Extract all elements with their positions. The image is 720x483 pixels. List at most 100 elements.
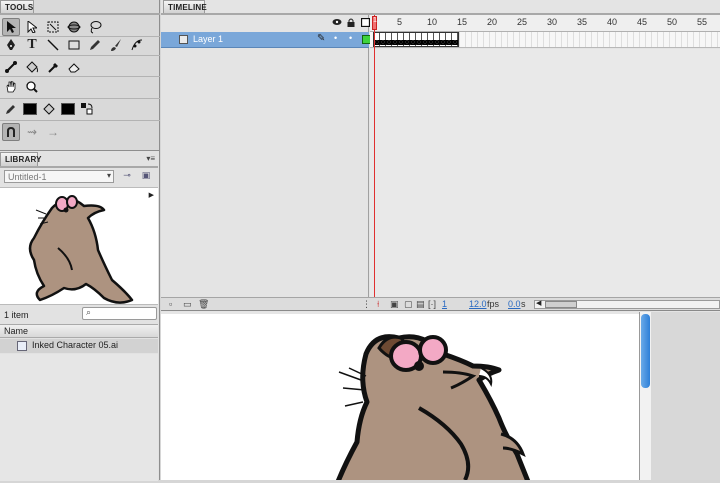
library-document-select[interactable]: Untitled-1 ▾ xyxy=(4,170,114,183)
playhead-line xyxy=(374,15,375,299)
library-item-name: Inked Character 05.ai xyxy=(32,340,119,350)
brush-icon[interactable] xyxy=(107,36,125,54)
tools-tab[interactable]: TOOLS xyxy=(0,0,34,14)
edit-multiple-frames-icon[interactable]: ▤ xyxy=(416,299,425,310)
tools-row-2: T xyxy=(2,34,146,56)
ruler-label: 15 xyxy=(457,17,468,27)
frames-area[interactable] xyxy=(370,49,720,297)
stroke-color-icon[interactable] xyxy=(2,100,20,118)
frame-ruler[interactable]: 5 10 15 20 25 30 35 40 45 50 55 xyxy=(370,15,720,32)
chevron-left-icon[interactable]: ◀ xyxy=(536,299,541,307)
fill-color-icon[interactable] xyxy=(40,100,58,118)
outline-icon[interactable] xyxy=(360,17,371,29)
library-item-count: 1 item xyxy=(4,310,29,320)
chevron-down-icon: ▾ xyxy=(106,171,111,180)
ruler-label: 10 xyxy=(427,17,438,27)
library-header-bar xyxy=(0,166,158,168)
library-search-input[interactable]: ⌕ xyxy=(82,307,157,320)
deco-icon[interactable] xyxy=(128,36,146,54)
new-layer-icon[interactable]: ▫ xyxy=(169,299,172,309)
layer-row[interactable]: Layer 1 ✎ • • xyxy=(161,32,371,48)
modify-markers-icon[interactable]: [·] xyxy=(428,299,436,309)
frames-row[interactable] xyxy=(370,32,720,48)
snap-icon[interactable] xyxy=(2,123,20,141)
line-icon[interactable] xyxy=(44,36,62,54)
timeline-tab[interactable]: TIMELINE xyxy=(163,0,207,14)
library-panel: LIBRARY ▾≡ Untitled-1 ▾ ⊸ ▣ ▶ 1 item ⌕ N… xyxy=(0,150,160,481)
scrollbar-thumb[interactable] xyxy=(545,301,577,308)
keyframes-span[interactable] xyxy=(373,32,459,47)
tools-row-5 xyxy=(2,98,96,120)
fps-unit: fps xyxy=(487,299,500,309)
library-preview: ▶ xyxy=(0,187,158,305)
ruler-label: 5 xyxy=(397,17,403,27)
onion-skin-icon[interactable]: ▣ xyxy=(390,299,399,310)
rectangle-icon[interactable] xyxy=(65,36,83,54)
character-artwork[interactable] xyxy=(161,314,639,483)
hand-icon[interactable] xyxy=(2,78,20,96)
pen-icon[interactable] xyxy=(2,36,20,54)
stroke-color-swatch[interactable] xyxy=(23,103,37,115)
lock-dot-icon[interactable]: • xyxy=(349,33,352,43)
fill-color-swatch[interactable] xyxy=(61,103,75,115)
timeline-panel: TIMELINE 5 10 15 20 25 30 35 40 45 50 55… xyxy=(161,0,720,312)
layer-icon xyxy=(179,35,188,44)
new-folder-icon[interactable]: ▭ xyxy=(183,299,192,310)
onion-skin-outlines-icon[interactable]: ▢ xyxy=(404,299,413,310)
paint-bucket-icon[interactable] xyxy=(23,58,41,76)
timeline-horizontal-scrollbar[interactable]: ◀ xyxy=(534,300,720,309)
graphic-symbol-icon xyxy=(17,341,27,351)
layer-name: Layer 1 xyxy=(193,34,224,44)
pencil-icon[interactable] xyxy=(86,36,104,54)
panel-menu-icon[interactable]: ▾≡ xyxy=(146,154,155,163)
tools-row-6: ⇝ → xyxy=(2,121,62,143)
delete-icon[interactable]: 🗑 xyxy=(198,299,209,310)
library-list-area xyxy=(0,354,158,481)
bone-icon[interactable] xyxy=(2,58,20,76)
stage-area xyxy=(161,312,720,483)
visibility-dot-icon[interactable]: • xyxy=(334,33,337,43)
frame-rate[interactable]: 12.0 xyxy=(469,299,487,309)
layer-pane xyxy=(161,15,369,297)
play-icon[interactable]: ▶ xyxy=(149,191,154,199)
eyedropper-icon[interactable] xyxy=(44,58,62,76)
list-item[interactable]: Inked Character 05.ai xyxy=(0,339,158,353)
smooth-icon[interactable]: ⇝ xyxy=(23,123,41,141)
zoom-icon[interactable] xyxy=(23,78,41,96)
character-thumbnail xyxy=(28,195,134,304)
tools-row-4 xyxy=(2,76,41,98)
lock-icon[interactable] xyxy=(347,18,355,29)
swap-colors-icon[interactable] xyxy=(78,100,96,118)
scrollbar-thumb[interactable] xyxy=(641,314,650,388)
current-frame[interactable]: 1 xyxy=(442,299,447,309)
ruler-label: 20 xyxy=(487,17,498,27)
playhead-frame: 1 xyxy=(373,17,377,24)
library-document-name: Untitled-1 xyxy=(8,172,47,182)
tools-row-3 xyxy=(2,56,83,78)
pin-library-icon[interactable]: ⊸ xyxy=(120,170,134,183)
library-tab[interactable]: LIBRARY xyxy=(0,152,41,166)
straighten-icon[interactable]: → xyxy=(44,123,62,141)
ruler-label: 35 xyxy=(577,17,588,27)
stage-canvas[interactable] xyxy=(161,314,639,483)
center-frame-icon[interactable]: ⍿ xyxy=(377,299,379,310)
elapsed-time[interactable]: 0.0 xyxy=(508,299,521,309)
library-column-name[interactable]: Name xyxy=(0,324,158,338)
search-icon: ⌕ xyxy=(86,307,92,317)
stage-vertical-scrollbar[interactable] xyxy=(639,312,651,480)
ruler-label: 40 xyxy=(607,17,618,27)
new-library-panel-icon[interactable]: ▣ xyxy=(139,170,153,183)
ruler-label: 30 xyxy=(547,17,558,27)
timeline-footer: ▫ ▭ 🗑 ⋮ ⍿ ▣ ▢ ▤ [·] 1 12.0 fps 0.0 s ◀ xyxy=(161,297,720,311)
pencil-icon: ✎ xyxy=(317,33,326,44)
tools-panel: TOOLS T ⇝ → xyxy=(0,0,160,150)
scroll-to-playhead-icon[interactable]: ⋮ xyxy=(362,299,371,310)
ruler-label: 50 xyxy=(667,17,678,27)
time-unit: s xyxy=(521,299,526,309)
pasteboard-area xyxy=(651,312,720,480)
ruler-label: 45 xyxy=(637,17,648,27)
eraser-icon[interactable] xyxy=(65,58,83,76)
text-icon[interactable]: T xyxy=(23,36,41,54)
eye-icon[interactable] xyxy=(332,18,342,28)
ruler-label: 25 xyxy=(517,17,528,27)
